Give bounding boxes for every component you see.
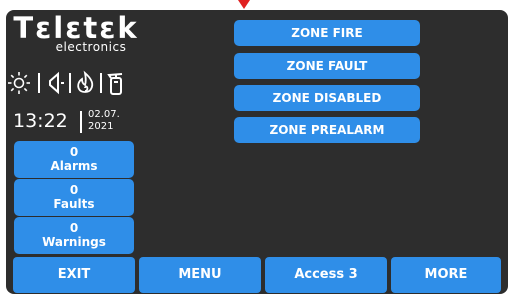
extinguisher-icon [107, 73, 123, 95]
zone-disabled-button[interactable]: ZONE DISABLED [234, 85, 420, 111]
pointer-marker [238, 0, 250, 9]
faults-count: 0 [69, 183, 79, 197]
warnings-label: Warnings [42, 235, 106, 249]
clock-date: 02.07. 2021 [88, 109, 120, 133]
menu-button[interactable]: MENU [139, 257, 261, 293]
clock-date-day: 02.07. [88, 109, 120, 120]
sun-icon [8, 72, 30, 94]
warnings-count: 0 [69, 221, 79, 235]
clock-date-year: 2021 [88, 121, 114, 132]
zone-prealarm-button[interactable]: ZONE PREALARM [234, 117, 420, 143]
brand-name: Τεlεtεk [13, 11, 139, 45]
faults-label: Faults [53, 197, 95, 211]
zone-fire-button[interactable]: ZONE FIRE [234, 20, 420, 46]
status-icons [6, 70, 132, 96]
warnings-button[interactable]: 0 Warnings [14, 217, 134, 254]
clock-time: 13:22 [13, 110, 68, 132]
alarms-label: Alarms [50, 159, 98, 173]
faults-button[interactable]: 0 Faults [14, 179, 134, 216]
exit-button[interactable]: EXIT [13, 257, 135, 293]
more-button[interactable]: MORE [391, 257, 501, 293]
alarms-count: 0 [69, 145, 79, 159]
zone-fault-button[interactable]: ZONE FAULT [234, 53, 420, 79]
speaker-icon [49, 71, 64, 95]
brand-logo: Τεlεtεk electronics [6, 13, 146, 53]
alarms-button[interactable]: 0 Alarms [14, 141, 134, 178]
access-button[interactable]: Access 3 [265, 257, 387, 293]
clock-display: 13:22 02.07. 2021 [13, 107, 133, 137]
flame-icon [77, 70, 94, 93]
clock-separator [80, 111, 82, 133]
